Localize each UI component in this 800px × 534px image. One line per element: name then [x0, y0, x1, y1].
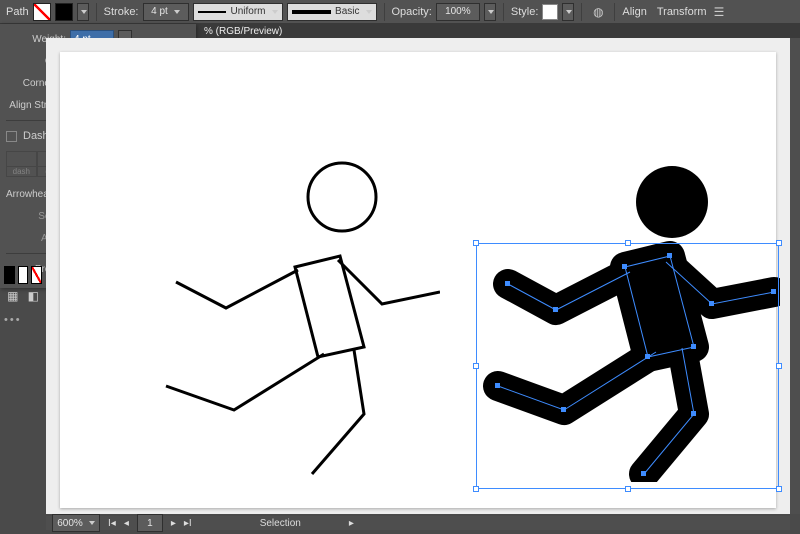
document-tab[interactable]: % (RGB/Preview): [196, 24, 800, 38]
stickfigure-thin[interactable]: [130, 152, 440, 482]
mode-label: Selection: [260, 518, 301, 529]
transform-label[interactable]: Transform: [657, 6, 707, 18]
none-color-box[interactable]: [31, 266, 42, 284]
arrange-icon[interactable]: ☰: [711, 3, 729, 21]
vertical-scrollbar[interactable]: [790, 38, 800, 514]
nav-next-icon[interactable]: ▸: [171, 518, 176, 529]
style-swatch[interactable]: [542, 4, 558, 20]
page-field[interactable]: 1: [137, 514, 163, 532]
tool-colors: ▦ ◧ •••: [0, 262, 46, 322]
stroke-swatch[interactable]: [55, 3, 73, 21]
opacity-field[interactable]: 100%: [436, 3, 480, 21]
artboard[interactable]: [60, 52, 776, 508]
gradient-icon[interactable]: ◧: [25, 287, 43, 305]
canvas-area[interactable]: [46, 38, 790, 514]
align-label[interactable]: Align: [622, 6, 646, 18]
control-bar: Path Stroke: 4 pt Uniform Basic Opacity:…: [0, 0, 800, 24]
opacity-label: Opacity:: [392, 6, 432, 18]
selection-bounds[interactable]: [476, 243, 779, 489]
stroke-label: Stroke:: [104, 6, 139, 18]
dashed-checkbox[interactable]: [6, 131, 17, 142]
stroke-profile-dd[interactable]: Uniform: [193, 3, 283, 21]
more-icon[interactable]: •••: [4, 314, 42, 326]
fill-color-box[interactable]: [4, 266, 15, 284]
nav-first-icon[interactable]: I◂: [108, 518, 116, 529]
recolor-icon[interactable]: ◍: [589, 3, 607, 21]
nav-last-icon[interactable]: ▸I: [184, 518, 192, 529]
mode-next-icon[interactable]: ▸: [349, 518, 354, 529]
stroke-weight-field[interactable]: 4 pt: [143, 3, 189, 21]
path-label: Path: [6, 6, 29, 18]
fill-swatch[interactable]: [33, 3, 51, 21]
nav-prev-icon[interactable]: ◂: [124, 518, 129, 529]
color-icon[interactable]: ▦: [4, 287, 22, 305]
zoom-dd[interactable]: 600%: [52, 514, 100, 532]
brush-dd[interactable]: Basic: [287, 3, 377, 21]
status-bar: 600% I◂ ◂ 1 ▸ ▸I Selection ▸: [46, 516, 790, 530]
style-label: Style:: [511, 6, 539, 18]
stroke-color-box[interactable]: [18, 266, 29, 284]
